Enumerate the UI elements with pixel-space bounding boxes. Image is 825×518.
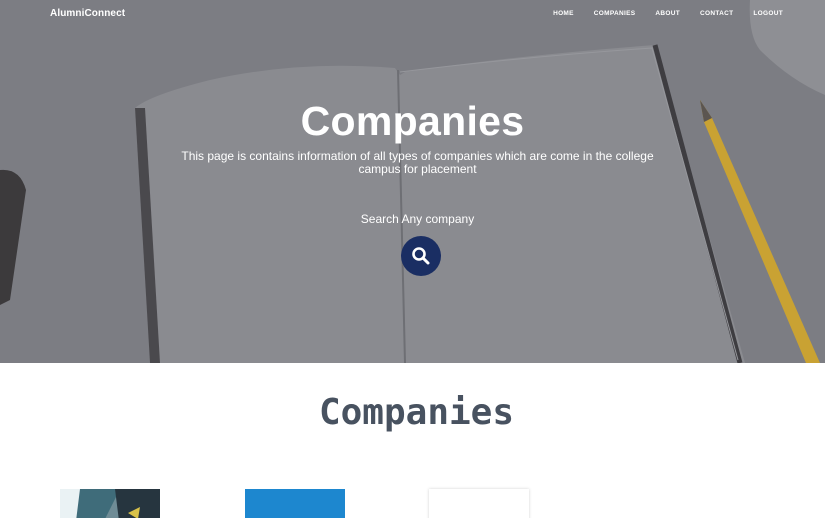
company-card[interactable] [60, 489, 160, 518]
nav-item-home[interactable]: HOME [553, 10, 574, 17]
hero-background-image [0, 0, 825, 363]
company-card[interactable] [245, 489, 345, 518]
nav-item-contact[interactable]: CONTACT [700, 10, 733, 17]
company-image-3 [429, 489, 529, 518]
hero-section: AlumniConnect HOME COMPANIES ABOUT CONTA… [0, 0, 825, 363]
section-title: Companies [318, 392, 515, 433]
brand-logo[interactable]: AlumniConnect [50, 8, 125, 19]
search-button[interactable] [401, 236, 441, 276]
hero-description: This page is contains information of all… [181, 149, 654, 176]
top-navbar: AlumniConnect HOME COMPANIES ABOUT CONTA… [0, 0, 825, 28]
company-image-2 [245, 489, 345, 518]
search-label: Search Any company [360, 212, 475, 226]
nav-item-logout[interactable]: LOGOUT [753, 10, 783, 17]
search-icon [412, 247, 430, 265]
nav-item-companies[interactable]: COMPANIES [594, 10, 636, 17]
company-image-1 [60, 489, 160, 518]
nav-item-about[interactable]: ABOUT [655, 10, 680, 17]
hero-title: Companies [300, 98, 525, 144]
company-card[interactable] [429, 489, 529, 518]
nav-menu: HOME COMPANIES ABOUT CONTACT LOGOUT [533, 10, 783, 17]
